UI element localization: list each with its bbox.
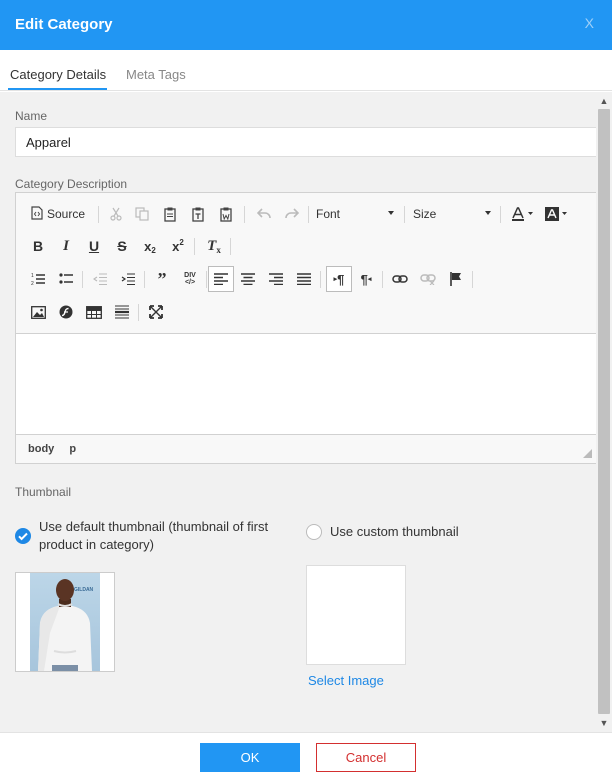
ok-button[interactable]: OK (200, 743, 300, 772)
underline-icon[interactable]: U (82, 234, 106, 258)
numbered-list-icon[interactable]: 12 (26, 267, 50, 291)
default-thumbnail-preview: GILDAN (15, 572, 115, 672)
align-left-icon[interactable] (208, 266, 234, 292)
toolbar-row-1: Source Font Size (24, 202, 584, 228)
toolbar-separator (382, 271, 383, 288)
strikethrough-icon[interactable]: S (110, 234, 134, 258)
scroll-down-icon[interactable]: ▼ (596, 715, 612, 731)
text-color-button[interactable] (508, 202, 538, 226)
select-image-link[interactable]: Select Image (308, 673, 384, 688)
path-item-body[interactable]: body (28, 443, 54, 455)
active-tab-indicator (8, 88, 107, 90)
toolbar-separator (230, 238, 231, 255)
scroll-up-icon[interactable]: ▲ (596, 93, 612, 109)
paste-word-icon[interactable] (214, 202, 238, 226)
source-icon (31, 205, 43, 223)
decrease-indent-icon[interactable] (88, 267, 112, 291)
copy-icon[interactable] (130, 202, 154, 226)
bold-icon[interactable]: B (26, 234, 50, 258)
toolbar-row-2: B I U S x2 x2 Tx (24, 234, 584, 260)
create-div-icon[interactable]: DIV </> (178, 267, 202, 291)
subscript-icon[interactable]: x2 (138, 234, 162, 258)
maximize-icon[interactable] (144, 300, 168, 324)
toolbar-row-3: 12 ” DIV </> ▸ ¶ ¶ ◂ (24, 266, 584, 293)
size-select-label: Size (413, 207, 437, 221)
flash-icon[interactable] (54, 300, 78, 324)
horizontal-line-icon[interactable] (110, 300, 134, 324)
toolbar-separator (138, 304, 139, 321)
increase-indent-icon[interactable] (116, 267, 140, 291)
editor-content-area[interactable] (16, 333, 596, 435)
toolbar-separator (98, 206, 99, 223)
tab-meta-tags[interactable]: Meta Tags (126, 67, 186, 82)
dialog-footer: OK Cancel (0, 732, 612, 781)
custom-thumbnail-option-label[interactable]: Use custom thumbnail (330, 523, 459, 541)
path-item-p[interactable]: p (69, 443, 76, 455)
checkmark-icon (18, 532, 28, 541)
toolbar-row-4 (24, 300, 584, 326)
vertical-scrollbar[interactable]: ▲ ▼ (596, 92, 612, 732)
tab-category-details[interactable]: Category Details (10, 67, 106, 82)
background-color-button[interactable] (542, 202, 572, 226)
source-button[interactable]: Source (28, 202, 88, 226)
bulleted-list-icon[interactable] (54, 267, 78, 291)
custom-thumbnail-radio[interactable] (306, 524, 322, 540)
svg-text:2: 2 (31, 281, 34, 286)
toolbar-separator (500, 206, 501, 223)
dialog-header: Edit Category X (0, 0, 612, 50)
close-button[interactable]: X (585, 15, 594, 31)
blockquote-icon[interactable]: ” (150, 267, 174, 291)
text-direction-rtl-icon[interactable]: ¶ ◂ (354, 267, 378, 291)
italic-icon[interactable]: I (54, 234, 78, 258)
toolbar-separator (194, 238, 195, 255)
anchor-flag-icon[interactable] (444, 267, 468, 291)
resize-handle-icon[interactable] (583, 449, 592, 458)
description-label: Category Description (15, 177, 128, 191)
toolbar-separator (404, 206, 405, 223)
thumbnail-label: Thumbnail (15, 485, 72, 499)
cut-icon[interactable] (104, 202, 128, 226)
redo-icon[interactable] (280, 202, 304, 226)
chevron-down-icon (388, 211, 394, 215)
product-image: GILDAN (30, 573, 100, 671)
name-input[interactable] (15, 127, 596, 157)
chevron-down-icon (485, 211, 491, 215)
toolbar-separator (320, 271, 321, 288)
dialog-title: Edit Category (15, 16, 113, 33)
name-label: Name (15, 109, 48, 123)
toolbar-separator (308, 206, 309, 223)
font-select-label: Font (316, 207, 341, 221)
align-right-icon[interactable] (264, 267, 288, 291)
brand-watermark: GILDAN (74, 587, 94, 593)
align-center-icon[interactable] (236, 267, 260, 291)
remove-format-icon[interactable]: Tx (202, 234, 226, 258)
link-icon[interactable] (388, 267, 412, 291)
tab-bar: Category Details Meta Tags (0, 50, 612, 91)
svg-text:1: 1 (31, 273, 34, 279)
unlink-icon[interactable] (416, 267, 440, 291)
source-label: Source (47, 207, 86, 221)
justify-icon[interactable] (292, 267, 316, 291)
undo-icon[interactable] (252, 202, 276, 226)
superscript-icon[interactable]: x2 (166, 234, 190, 258)
element-path-bar: body p (28, 443, 88, 455)
toolbar-separator (472, 271, 473, 288)
default-thumbnail-radio[interactable] (15, 528, 31, 544)
table-icon[interactable] (82, 300, 106, 324)
toolbar-separator (144, 271, 145, 288)
size-select[interactable]: Size (413, 202, 491, 226)
cancel-button[interactable]: Cancel (316, 743, 416, 772)
image-icon[interactable] (26, 300, 50, 324)
toolbar-separator (244, 206, 245, 223)
text-direction-ltr-icon[interactable]: ▸ ¶ (326, 266, 352, 292)
custom-thumbnail-preview[interactable] (306, 565, 406, 665)
toolbar-separator (82, 271, 83, 288)
rich-text-editor: Source Font Size B I U S x 2 x 2 T x 1 2… (15, 192, 596, 464)
font-select[interactable]: Font (316, 202, 394, 226)
paste-text-icon[interactable] (186, 202, 210, 226)
default-thumbnail-option-label[interactable]: Use default thumbnail (thumbnail of firs… (39, 518, 289, 554)
scrollbar-thumb[interactable] (598, 109, 610, 714)
toolbar-separator (206, 271, 207, 288)
paste-icon[interactable] (158, 202, 182, 226)
